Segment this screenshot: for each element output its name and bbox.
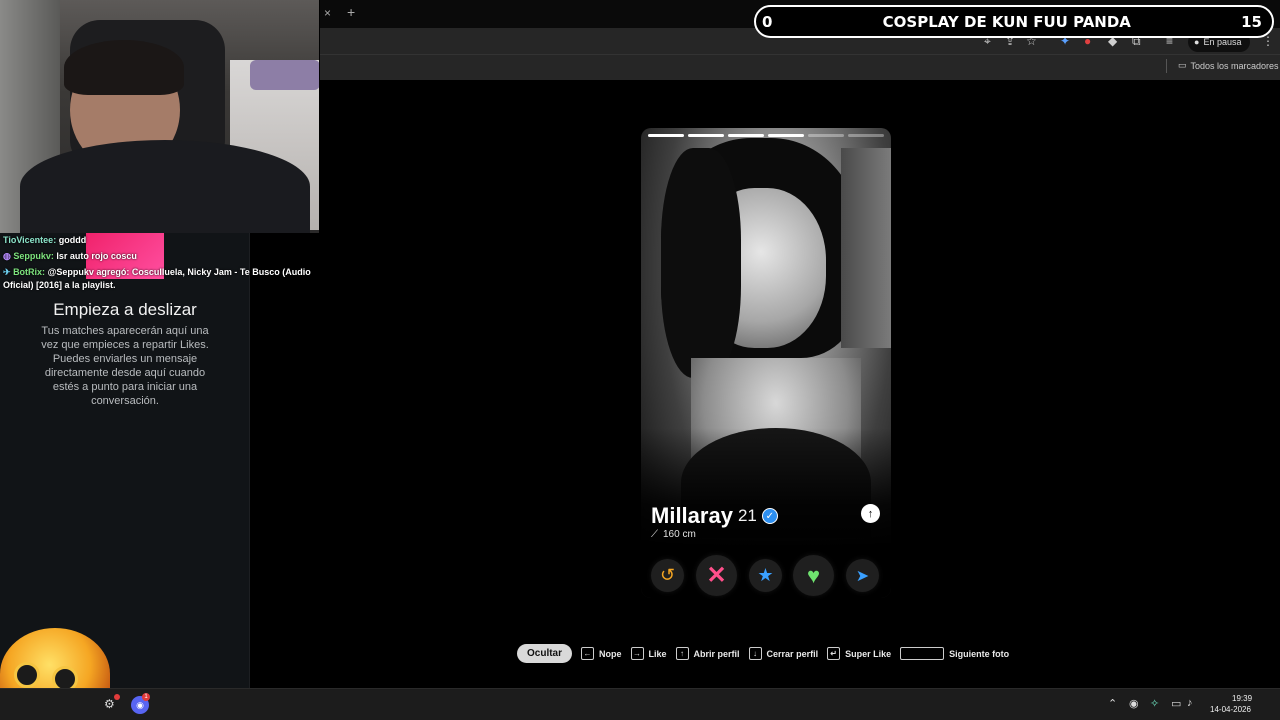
sidebar-title: Empieza a deslizar	[53, 300, 197, 319]
bookmarks-bar	[320, 54, 1280, 80]
enter-key-icon: ↵	[827, 647, 841, 660]
emoji-eye-left	[14, 662, 40, 688]
nope-button[interactable]: ✕	[696, 555, 737, 596]
chat-text: goddd	[58, 235, 87, 245]
photo-progress	[648, 134, 884, 137]
shortcut-nope: ← Nope	[581, 647, 622, 660]
send-icon: ➤	[855, 567, 870, 585]
profile-header: Millaray 21 ✓	[651, 503, 778, 529]
tray-discord-icon[interactable]: ◉	[1129, 697, 1139, 710]
shortcut-superlike-label: Super Like	[845, 648, 892, 659]
shortcut-like: → Like	[630, 647, 667, 660]
shortcuts-bar: Ocultar ← Nope → Like ↑ Abrir perfil ↓ Cerra…	[517, 644, 1009, 663]
shortcut-like-label: Like	[648, 648, 667, 659]
banner-left-value: 0	[762, 12, 773, 31]
pause-label: En pausa	[1203, 37, 1242, 47]
photo-indicator-active[interactable]	[768, 134, 804, 137]
network-icon[interactable]: ▭	[1171, 697, 1181, 710]
arrow-up-key-icon: ↑	[675, 647, 689, 660]
photo-indicator[interactable]	[808, 134, 844, 137]
chat-username: Seppukv:	[13, 251, 54, 261]
chat-text: @Seppukv agregó: Cosculluela, Nicky Jam …	[3, 267, 311, 290]
heart-icon: ♥	[806, 562, 821, 588]
photo-indicator[interactable]	[648, 134, 684, 137]
super-like-button[interactable]: ★	[749, 559, 782, 592]
tray-chevron-icon[interactable]: ⌃	[1108, 697, 1117, 710]
clock-time[interactable]: 19:39	[1232, 694, 1252, 703]
close-tab-icon[interactable]: ×	[324, 6, 331, 20]
star-icon: ★	[757, 565, 774, 585]
arrow-left-key-icon: ←	[581, 647, 595, 660]
profile-height: ⟋ 160 cm	[651, 529, 696, 540]
banner-right-value: 15	[1241, 12, 1262, 31]
verified-icon: ✓	[761, 508, 778, 524]
shortcut-open-label: Abrir perfil	[693, 648, 740, 659]
chat-message: ✈ BotRix: @Seppukv agregó: Cosculluela, …	[3, 266, 313, 292]
steam-badge	[114, 694, 120, 700]
bot-icon: ✈	[3, 267, 11, 277]
stream-goal-banner: 0 COSPLAY DE KUN FUU PANDA 15	[754, 5, 1274, 38]
pause-avatar-icon: ●	[1194, 37, 1200, 47]
profile-age: 21	[737, 506, 757, 525]
discord-icon[interactable]: ◉ 1	[131, 693, 150, 714]
webcam-overlay	[0, 0, 319, 233]
photo-indicator[interactable]	[848, 134, 884, 137]
shortcut-next-label: Siguiente foto	[949, 648, 1010, 659]
shortcut-next-photo: Siguiente foto	[900, 647, 1009, 660]
space-key-icon	[900, 647, 945, 660]
like-button[interactable]: ♥	[793, 555, 834, 596]
open-profile-button[interactable]: ↑	[861, 504, 880, 523]
chat-overlay: TioVicentee: goddd ◍ Seppukv: lsr auto r…	[3, 226, 313, 295]
sidebar-description: Tus matches aparecerán aquí una vez que …	[41, 325, 209, 407]
discord-badge: 1	[142, 693, 150, 701]
chat-username: BotRix:	[13, 267, 46, 277]
shortcut-super-like: ↵ Super Like	[827, 647, 891, 660]
x-icon: ✕	[706, 562, 727, 589]
chat-message: ◍ Seppukv: lsr auto rojo coscu	[3, 250, 313, 263]
folder-icon: ▭	[1178, 60, 1187, 70]
bookmarks-separator	[1166, 59, 1167, 73]
arrow-right-key-icon: →	[630, 647, 644, 660]
shortcut-close-label: Cerrar perfil	[766, 648, 819, 659]
rewind-button[interactable]: ↺	[651, 559, 684, 592]
rewind-icon: ↺	[659, 565, 676, 585]
screen: × + ⌖ ⇪ ☆ ✦ ● ◆ ⧉ ≡ ● En pausa ⋮ ▭ Todos…	[0, 0, 1280, 720]
all-bookmarks-button[interactable]: ▭ Todos los marcadores	[1178, 60, 1279, 71]
ruler-icon: ⟋	[651, 529, 658, 540]
chat-message: TioVicentee: goddd	[3, 234, 313, 247]
profile-card[interactable]: Millaray 21 ✓ ⟋ 160 cm ↑	[641, 128, 891, 598]
tray-app-icon[interactable]: ✧	[1150, 697, 1159, 710]
chat-text: lsr auto rojo coscu	[56, 251, 137, 261]
height-value: 160 cm	[663, 529, 696, 540]
shortcut-nope-label: Nope	[599, 648, 622, 659]
boost-button[interactable]: ➤	[846, 559, 879, 592]
volume-icon[interactable]: ♪	[1187, 697, 1193, 709]
mic-icon: ◍	[3, 251, 11, 261]
arrow-down-key-icon: ↓	[748, 647, 762, 660]
clock-date[interactable]: 14-04-2026	[1210, 705, 1251, 714]
new-tab-icon[interactable]: +	[347, 4, 355, 20]
all-bookmarks-label: Todos los marcadores	[1190, 60, 1279, 71]
photo-indicator[interactable]	[728, 134, 764, 137]
hide-button[interactable]: Ocultar	[517, 644, 573, 663]
photo-indicator[interactable]	[688, 134, 724, 137]
banner-title: COSPLAY DE KUN FUU PANDA	[882, 12, 1131, 31]
shortcut-open-profile: ↑ Abrir perfil	[675, 647, 740, 660]
chat-username: TioVicentee:	[3, 235, 57, 245]
profile-name: Millaray	[651, 503, 733, 528]
shortcut-close-profile: ↓ Cerrar perfil	[748, 647, 819, 660]
taskbar	[0, 688, 1280, 720]
